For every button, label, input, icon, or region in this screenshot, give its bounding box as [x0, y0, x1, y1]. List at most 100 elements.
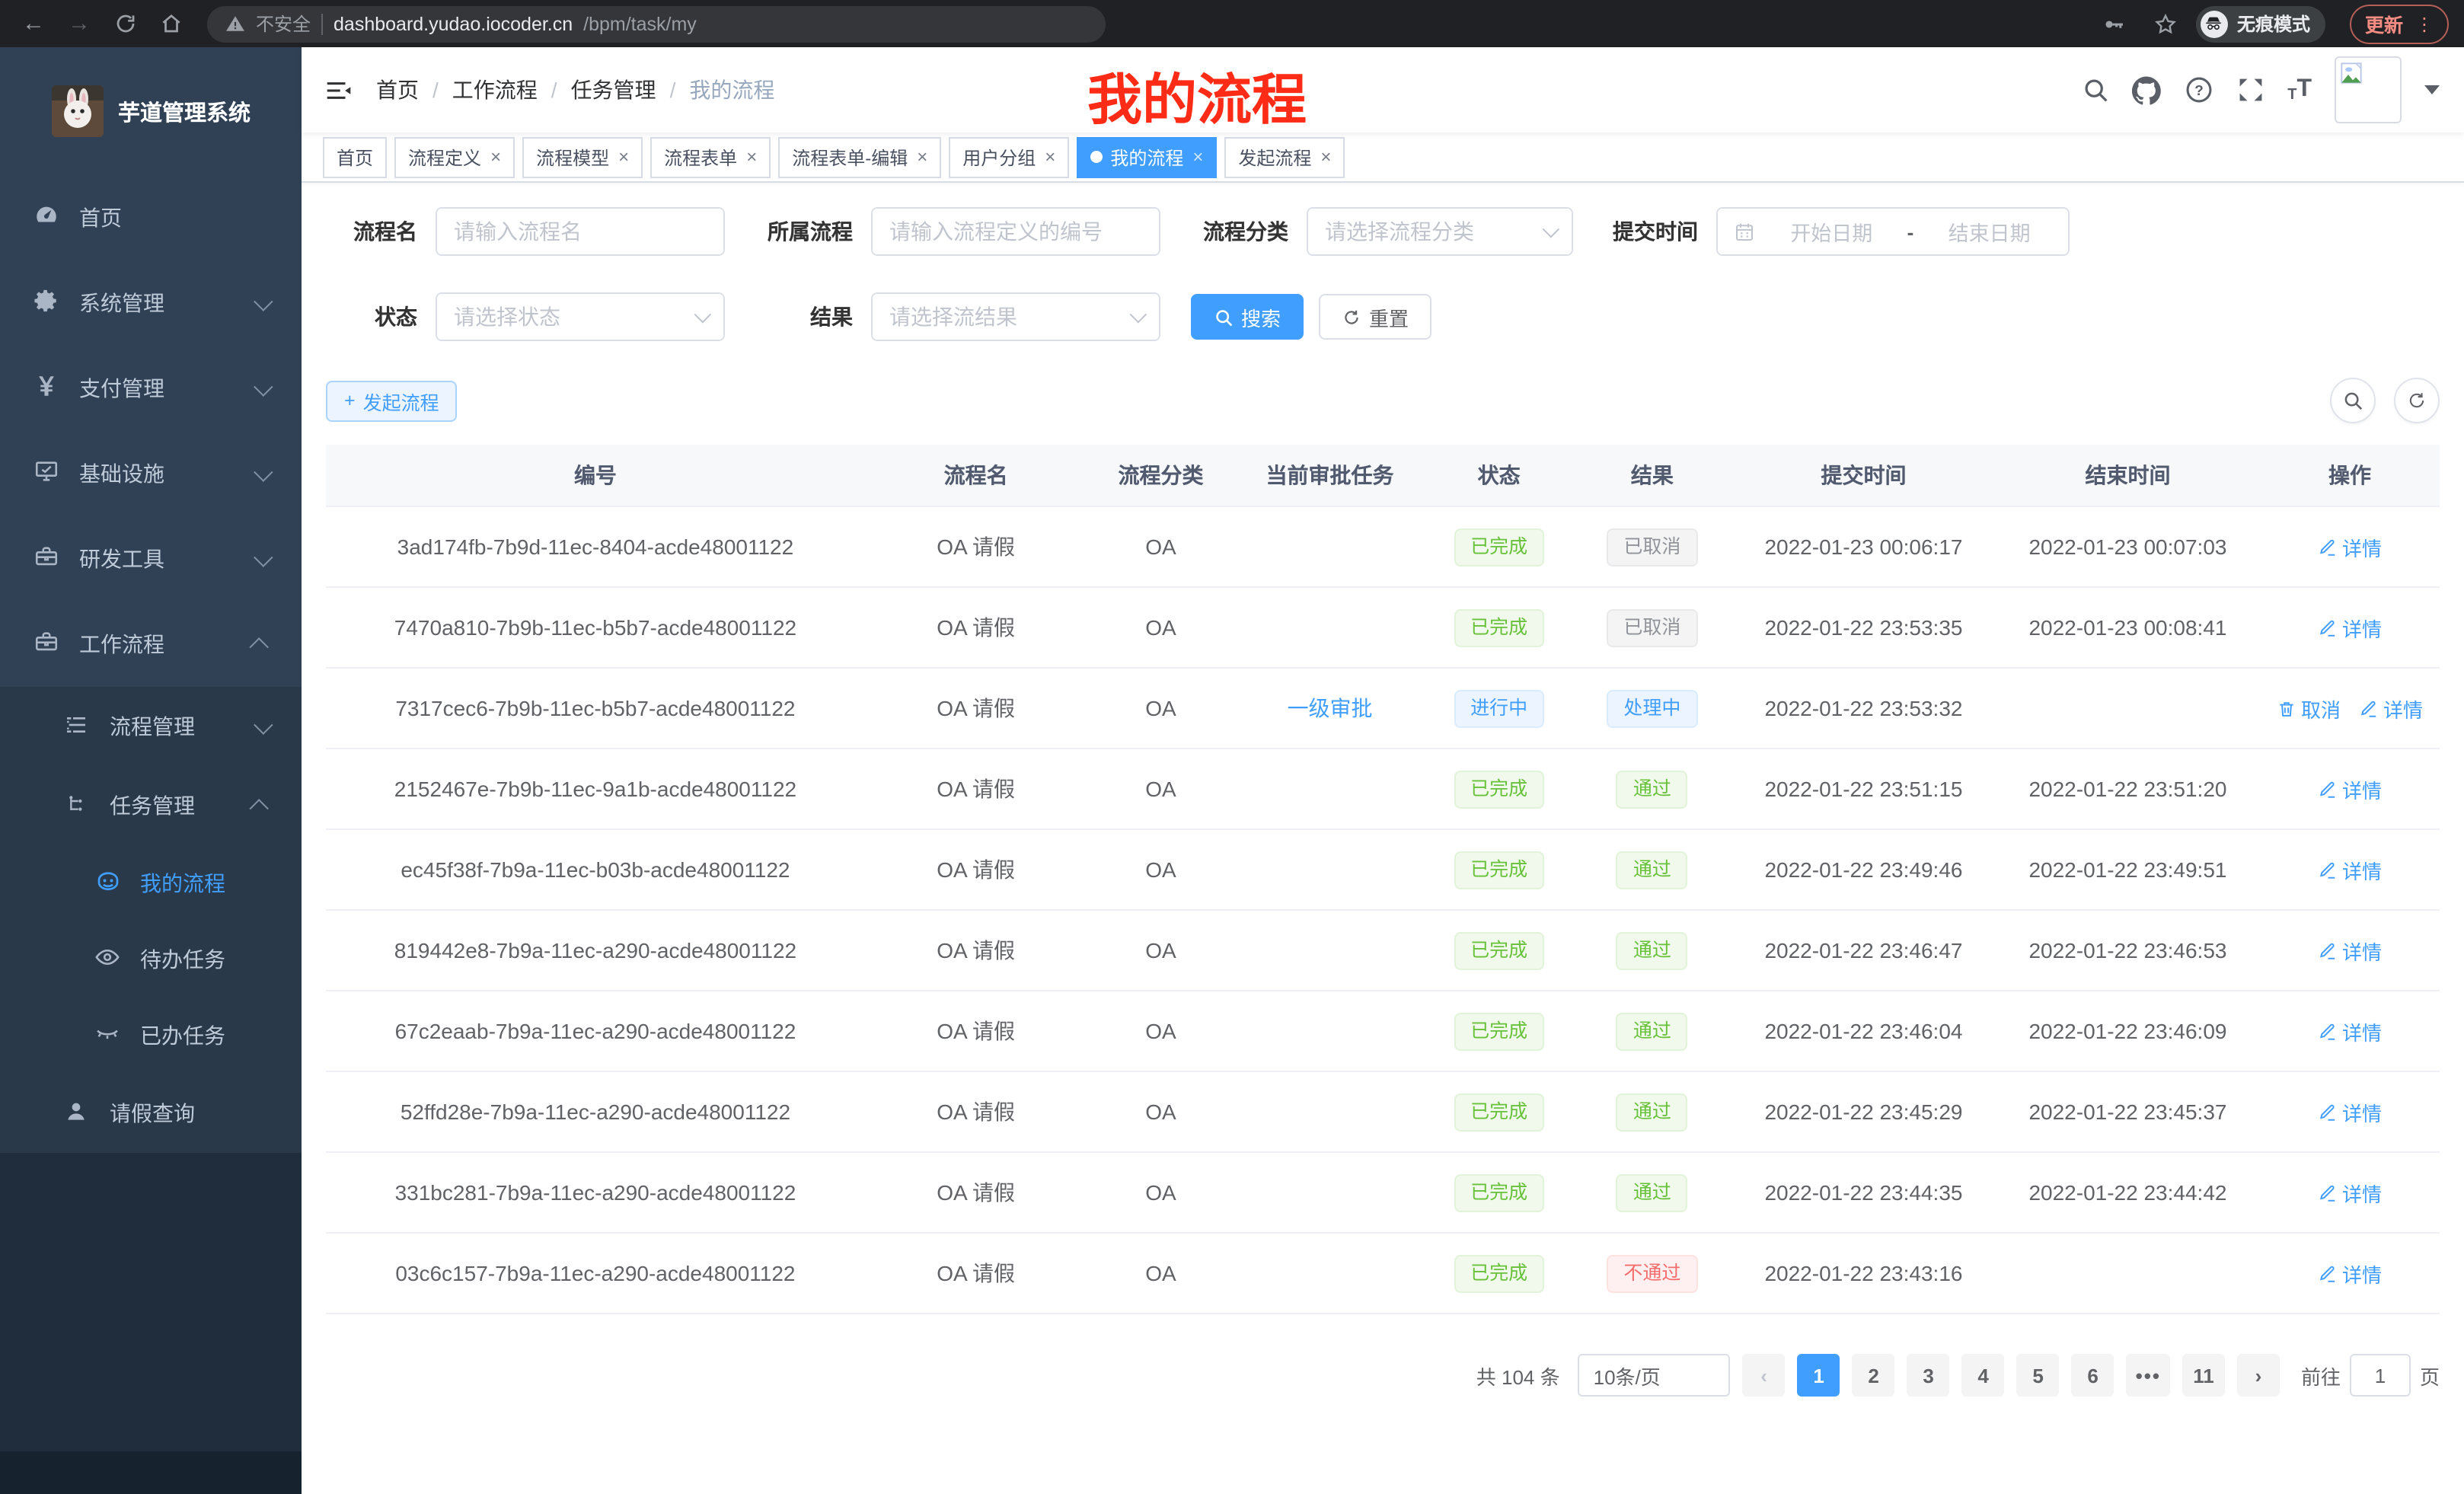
- action-detail-link[interactable]: 详情: [2318, 532, 2382, 561]
- goto-page-input[interactable]: [2350, 1354, 2411, 1397]
- kebab-menu-icon[interactable]: ⋮: [2415, 13, 2434, 34]
- sidebar-item-任务管理[interactable]: 任务管理: [0, 766, 302, 845]
- page-button-6[interactable]: 6: [2072, 1354, 2115, 1397]
- browser-back-icon[interactable]: ←: [15, 5, 52, 42]
- page-button-4[interactable]: 4: [1962, 1354, 2005, 1397]
- caret-down-icon[interactable]: [2424, 85, 2440, 94]
- search-icon[interactable]: [2080, 75, 2109, 104]
- status-select[interactable]: 请选择状态: [436, 292, 725, 341]
- sidebar-item-首页[interactable]: 首页: [0, 175, 302, 260]
- prev-page-button[interactable]: ‹: [1743, 1354, 1786, 1397]
- sidebar-item-基础设施[interactable]: 基础设施: [0, 431, 302, 516]
- breadcrumb-item[interactable]: 首页: [376, 75, 419, 105]
- chevron-down-icon: [254, 714, 273, 733]
- page-ellipsis[interactable]: •••: [2127, 1354, 2170, 1397]
- sidebar-item-流程管理[interactable]: 流程管理: [0, 687, 302, 766]
- create-process-button[interactable]: + 发起流程: [326, 380, 458, 421]
- tab-流程表单[interactable]: 流程表单×: [650, 136, 771, 177]
- action-detail-link[interactable]: 详情: [2318, 774, 2382, 803]
- submit-time-daterange[interactable]: 开始日期 - 结束日期: [1716, 207, 2070, 256]
- tab-流程模型[interactable]: 流程模型×: [522, 136, 643, 177]
- security-label[interactable]: 不安全: [256, 11, 311, 37]
- goto-prefix: 前往: [2301, 1361, 2341, 1390]
- tab-我的流程[interactable]: 我的流程×: [1077, 136, 1217, 177]
- tab-流程定义[interactable]: 流程定义×: [394, 136, 515, 177]
- sidebar-item-研发工具[interactable]: 研发工具: [0, 516, 302, 602]
- cell-category: OA: [1087, 910, 1234, 991]
- page-button-5[interactable]: 5: [2017, 1354, 2060, 1397]
- result-select[interactable]: 请选择流结果: [871, 292, 1160, 341]
- search-button[interactable]: 搜索: [1191, 294, 1304, 340]
- tab-发起流程[interactable]: 发起流程×: [1224, 136, 1345, 177]
- breadcrumb-item[interactable]: 任务管理: [571, 75, 656, 105]
- page-button-1[interactable]: 1: [1798, 1354, 1840, 1397]
- close-icon[interactable]: ×: [917, 146, 927, 168]
- tab-用户分组[interactable]: 用户分组×: [949, 136, 1069, 177]
- cell-actions: 详情: [2260, 1152, 2440, 1233]
- next-page-button[interactable]: ›: [2237, 1354, 2280, 1397]
- cell-result: 通过: [1573, 991, 1732, 1071]
- category-select[interactable]: 请选择流程分类: [1307, 207, 1573, 256]
- browser-reload-icon[interactable]: [107, 5, 143, 42]
- end-date-placeholder: 结束日期: [1926, 216, 2053, 247]
- process-definition-input[interactable]: [871, 207, 1160, 256]
- action-detail-link[interactable]: 详情: [2318, 1178, 2382, 1207]
- page-button-3[interactable]: 3: [1907, 1354, 1950, 1397]
- close-icon[interactable]: ×: [490, 146, 501, 168]
- font-size-icon[interactable]: TT: [2287, 76, 2312, 104]
- breadcrumb-item[interactable]: 工作流程: [452, 75, 538, 105]
- task-link[interactable]: 一级审批: [1288, 696, 1373, 720]
- close-icon[interactable]: ×: [618, 146, 629, 168]
- help-icon[interactable]: ?: [2184, 75, 2213, 104]
- tab-首页[interactable]: 首页: [323, 136, 387, 177]
- sidebar-item-支付管理[interactable]: 支付管理: [0, 346, 302, 431]
- fold-menu-icon[interactable]: [326, 77, 352, 103]
- cell-task: [1235, 1233, 1425, 1314]
- sidebar-item-工作流程[interactable]: 工作流程: [0, 602, 302, 687]
- github-icon[interactable]: [2132, 75, 2161, 104]
- action-detail-link[interactable]: 详情: [2318, 855, 2382, 884]
- browser-forward-icon[interactable]: →: [61, 5, 97, 42]
- close-icon[interactable]: ×: [746, 146, 757, 168]
- action-detail-link[interactable]: 详情: [2359, 694, 2423, 723]
- action-detail-link[interactable]: 详情: [2318, 1017, 2382, 1045]
- close-icon[interactable]: ×: [1192, 146, 1203, 168]
- close-icon[interactable]: ×: [1045, 146, 1055, 168]
- sidebar-item-待办任务[interactable]: 待办任务: [0, 921, 302, 998]
- sidebar-item-已办任务[interactable]: 已办任务: [0, 998, 302, 1074]
- security-warning-icon[interactable]: [225, 14, 245, 34]
- column-header: 结果: [1573, 445, 1732, 506]
- action-cancel-link[interactable]: 取消: [2277, 694, 2341, 723]
- table-row: 03c6c157-7b9a-11ec-a290-acde48001122OA 请…: [326, 1233, 2440, 1314]
- cell-id: ec45f38f-7b9a-11ec-b03b-acde48001122: [326, 829, 865, 910]
- bookmark-star-icon[interactable]: [2153, 11, 2178, 36]
- refresh-table-button[interactable]: [2394, 378, 2440, 423]
- action-detail-link[interactable]: 详情: [2318, 1097, 2382, 1126]
- action-detail-link[interactable]: 详情: [2318, 936, 2382, 965]
- broken-image-icon: [2339, 61, 2363, 85]
- action-detail-link[interactable]: 详情: [2318, 1259, 2382, 1288]
- url-path[interactable]: /bpm/task/my: [583, 13, 697, 34]
- process-name-input[interactable]: [436, 207, 725, 256]
- toggle-search-button[interactable]: [2330, 378, 2376, 423]
- avatar[interactable]: [2335, 56, 2402, 123]
- browser-home-icon[interactable]: [152, 5, 189, 42]
- sidebar-collapse-bar[interactable]: [0, 1451, 302, 1494]
- page-button-2[interactable]: 2: [1853, 1354, 1895, 1397]
- sidebar-item-请假查询[interactable]: 请假查询: [0, 1074, 302, 1153]
- filter-label-submit-time: 提交时间: [1604, 216, 1698, 247]
- breadcrumb-separator: /: [670, 78, 676, 102]
- reset-button[interactable]: 重置: [1319, 294, 1431, 340]
- sidebar-item-系统管理[interactable]: 系统管理: [0, 260, 302, 346]
- tab-流程表单-编辑[interactable]: 流程表单-编辑×: [778, 136, 941, 177]
- close-icon[interactable]: ×: [1320, 146, 1331, 168]
- address-bar[interactable]: 不安全 dashboard.yudao.iocoder.cn/bpm/task/…: [207, 5, 1106, 42]
- action-detail-link[interactable]: 详情: [2318, 613, 2382, 642]
- page-size-select[interactable]: 10条/页: [1578, 1354, 1731, 1397]
- sidebar-item-我的流程[interactable]: 我的流程: [0, 845, 302, 921]
- key-icon[interactable]: [2102, 11, 2126, 36]
- browser-update-button[interactable]: 更新 ⋮: [2350, 4, 2449, 43]
- url-host[interactable]: dashboard.yudao.iocoder.cn: [334, 13, 573, 34]
- fullscreen-icon[interactable]: [2236, 75, 2265, 104]
- page-button-11[interactable]: 11: [2182, 1354, 2225, 1397]
